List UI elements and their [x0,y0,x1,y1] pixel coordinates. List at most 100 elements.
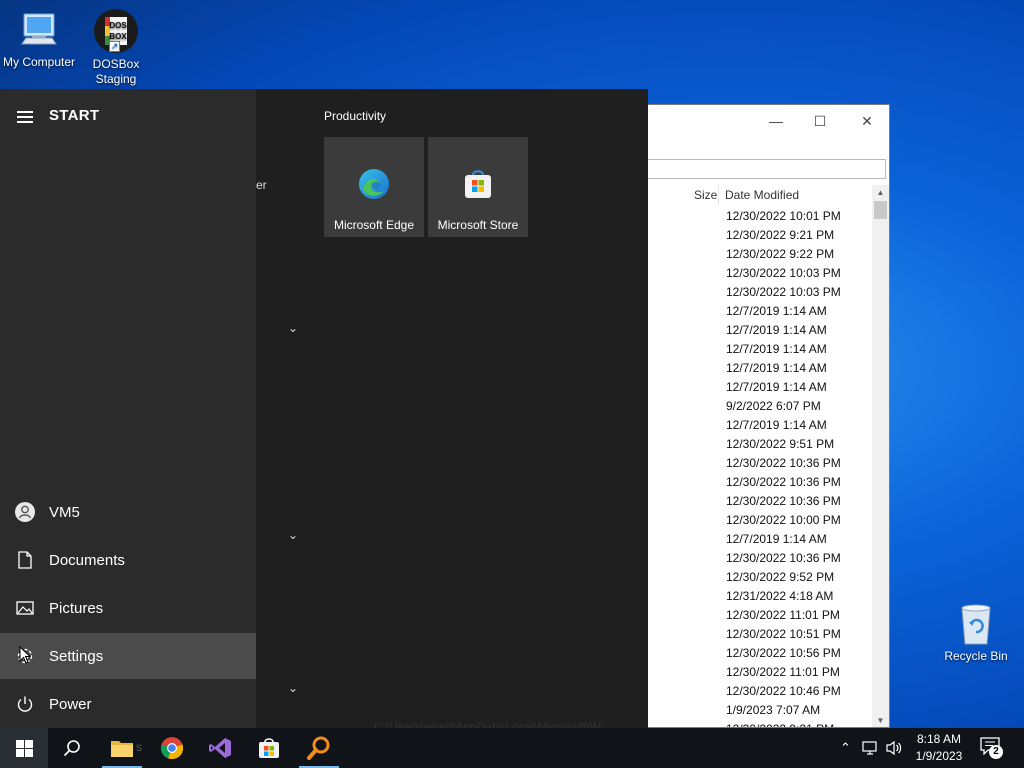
table-row[interactable]: 12/30/2022 10:03 PM [726,283,876,302]
svg-text:BOX: BOX [109,32,127,41]
store-icon [259,738,279,758]
taskbar: s ⌃ 8:18 AM 1/9/2023 2 [0,728,1024,768]
tile-microsoft-store[interactable]: Microsoft Store [428,137,528,237]
tile-label: Microsoft Edge [333,218,415,232]
desktop-icon-my-computer[interactable]: My Computer [0,10,78,70]
start-button[interactable] [0,728,48,768]
table-row[interactable]: 12/7/2019 1:14 AM [726,302,876,321]
taskbar-chrome[interactable] [148,728,196,768]
desktop-icon-dosbox-staging[interactable]: DOS BOX ↗ DOSBox Staging [77,8,155,87]
column-divider[interactable] [718,185,719,205]
table-row[interactable]: 12/7/2019 1:14 AM [726,321,876,340]
table-row[interactable]: 12/30/2022 10:56 PM [726,644,876,663]
start-item-label: Settings [49,647,104,665]
column-header-date-modified[interactable]: Date Modified [725,185,799,205]
table-row[interactable]: 12/30/2022 10:36 PM [726,473,876,492]
windows-logo-icon [15,739,33,757]
start-tiles-area: Productivity Microsoft Edge Microsoft St… [308,89,648,728]
table-row[interactable]: 12/30/2022 9:52 PM [726,568,876,587]
start-item-power[interactable]: Power [0,681,256,727]
table-row[interactable]: 12/30/2022 10:00 PM [726,511,876,530]
chevron-down-icon[interactable]: ⌄ [288,681,298,695]
taskbar-microsoft-store[interactable] [245,728,293,768]
scrollbar-thumb[interactable] [874,201,887,219]
search-icon [63,740,80,757]
start-item-user[interactable]: VM5 [0,489,256,535]
table-row[interactable]: 9/2/2022 6:07 PM [726,397,876,416]
document-icon [0,551,49,569]
table-row[interactable]: 12/7/2019 1:14 AM [726,416,876,435]
volume-icon[interactable] [885,740,903,759]
table-row[interactable]: 12/30/2022 10:03 PM [726,264,876,283]
table-row[interactable]: 12/7/2019 1:14 AM [726,530,876,549]
date-modified-list: 12/30/2022 10:01 PM 12/30/2022 9:21 PM 1… [726,207,876,727]
start-item-label: Pictures [49,599,104,617]
computer-icon [18,10,60,52]
start-menu-title: START [49,107,100,124]
start-item-label: Documents [49,551,125,569]
chevron-down-icon[interactable]: ⌄ [288,528,298,542]
tile-microsoft-edge[interactable]: Microsoft Edge [324,137,424,237]
visual-studio-icon [209,738,231,758]
table-row[interactable]: 12/30/2022 10:01 PM [726,207,876,226]
chevron-down-icon[interactable]: ⌄ [288,321,298,335]
recycle-bin-icon [956,602,996,646]
table-row[interactable]: 12/30/2022 9:21 PM [726,226,876,245]
power-icon [0,695,49,713]
table-row[interactable]: 12/7/2019 1:14 AM [726,378,876,397]
search-box[interactable] [648,159,886,179]
table-row[interactable]: 12/30/2022 11:01 PM [726,606,876,625]
clock-time: 8:18 AM [916,732,962,746]
table-row[interactable]: 12/30/2022 10:46 PM [726,682,876,701]
minimize-button[interactable]: — [766,113,786,129]
search-button[interactable] [48,728,96,768]
folder-icon [111,741,133,757]
hamburger-menu-icon[interactable] [17,111,33,126]
dosbox-icon: DOS BOX ↗ [93,8,139,54]
tile-group-title[interactable]: Productivity [324,109,386,123]
table-row[interactable]: 12/30/2022 9:22 PM [726,245,876,264]
taskbar-search-tool[interactable] [295,728,343,768]
table-row[interactable]: 12/30/2022 9:21 PM [726,720,876,727]
table-row[interactable]: 12/31/2022 4:18 AM [726,587,876,606]
mouse-cursor-icon [19,645,32,669]
vertical-scrollbar[interactable]: ▲ ▼ [872,185,889,727]
desktop-icon-label: Recycle Bin [944,649,1008,663]
chevron-up-icon[interactable]: ⌃ [840,740,851,756]
maximize-button[interactable]: ☐ [810,113,830,129]
chrome-icon [160,737,184,760]
user-avatar-icon [0,501,49,523]
tile-label: Microsoft Store [437,218,519,232]
close-button[interactable]: ✕ [857,113,877,129]
table-row[interactable]: 12/30/2022 9:51 PM [726,435,876,454]
taskbar-behind-label: s [136,740,142,754]
table-row[interactable]: 12/7/2019 1:14 AM [726,340,876,359]
table-row[interactable]: 1/9/2023 7:07 AM [726,701,876,720]
table-row[interactable]: 12/30/2022 11:01 PM [726,663,876,682]
table-row[interactable]: 12/30/2022 10:36 PM [726,492,876,511]
table-row[interactable]: 12/30/2022 10:36 PM [726,454,876,473]
store-icon [461,167,495,201]
edge-icon [357,167,391,201]
start-item-settings[interactable]: Settings [0,633,256,679]
desktop-icon-label-line2: Staging [95,72,137,86]
start-app-list: er ⌄ ⌄ ⌄ [256,89,308,728]
desktop-icon-recycle-bin[interactable]: Recycle Bin [937,602,1015,664]
desktop-icon-label-line1: DOSBox [92,57,140,71]
file-explorer-window[interactable]: — ☐ ✕ Size Date Modified 12/30/2022 10:0… [648,104,890,728]
table-row[interactable]: 12/30/2022 10:51 PM [726,625,876,644]
table-row[interactable]: 12/7/2019 1:14 AM [726,359,876,378]
column-header-size[interactable]: Size [694,185,717,205]
clock[interactable]: 8:18 AM 1/9/2023 [912,731,966,765]
notification-count-badge: 2 [989,745,1003,759]
magnifier-app-icon [307,736,330,760]
scroll-down-arrow-icon[interactable]: ▼ [872,713,889,727]
network-icon[interactable] [862,740,880,759]
scroll-up-arrow-icon[interactable]: ▲ [872,185,889,201]
taskbar-file-explorer[interactable]: s [98,728,146,768]
pictures-icon [0,601,49,615]
start-item-documents[interactable]: Documents [0,537,256,583]
table-row[interactable]: 12/30/2022 10:36 PM [726,549,876,568]
taskbar-visual-studio[interactable] [196,728,244,768]
start-item-pictures[interactable]: Pictures [0,585,256,631]
